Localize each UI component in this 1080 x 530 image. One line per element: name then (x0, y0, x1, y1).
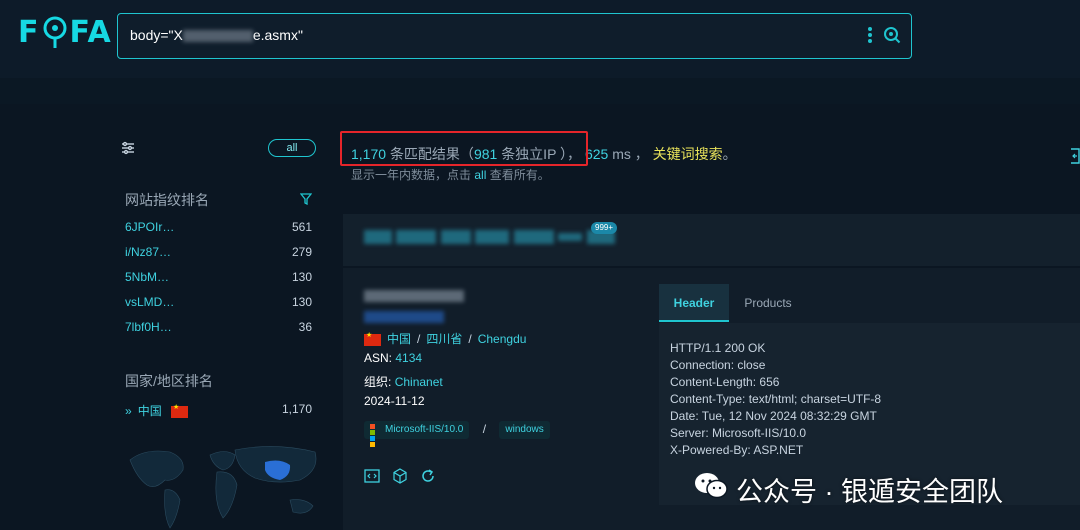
code-view-icon[interactable] (364, 468, 380, 489)
city-link[interactable]: Chengdu (478, 332, 527, 346)
fingerprint-label[interactable]: 5NbM… (125, 270, 169, 290)
fingerprint-count: 130 (291, 270, 312, 284)
fingerprint-count: 279 (291, 245, 312, 259)
refresh-icon[interactable] (420, 468, 436, 489)
org-link[interactable]: Chinanet (395, 375, 443, 389)
settings-sliders-icon[interactable] (121, 141, 135, 160)
fingerprint-item[interactable]: i/Nz87… 279 (125, 245, 312, 265)
search-query-suffix: e.asmx" (252, 27, 303, 43)
server-tag[interactable]: Microsoft-IIS/10.0 (364, 421, 470, 447)
asn-line: ASN: 4134 (364, 351, 422, 365)
windows-logo-icon (370, 423, 381, 447)
fingerprint-count: 36 (298, 320, 312, 334)
fingerprint-ranking-title: 网站指纹排名 (125, 192, 209, 208)
org-label: 组织: (364, 375, 392, 389)
card-tools (364, 468, 436, 489)
search-icon[interactable] (883, 26, 901, 49)
watermark: 公众号 · 银遁安全团队 (694, 470, 1003, 509)
province-link[interactable]: 四川省 (426, 332, 462, 346)
header-line: Date: Tue, 12 Nov 2024 08:32:29 GMT (670, 409, 877, 423)
tab-header[interactable]: Header (659, 284, 729, 322)
cube-icon[interactable] (392, 468, 408, 489)
logo-letters-fa: FA (69, 14, 112, 50)
filter-funnel-icon[interactable] (299, 192, 313, 210)
china-flag-icon (171, 403, 189, 418)
wechat-icon (694, 472, 728, 507)
all-toggle-button[interactable]: all (268, 139, 316, 157)
fingerprint-label[interactable]: 7lbf0H… (125, 320, 172, 340)
header-line: Content-Type: text/html; charset=UTF-8 (670, 392, 882, 406)
more-options-icon[interactable] (867, 26, 873, 49)
fingerprint-item[interactable]: vsLMD… 130 (125, 295, 312, 315)
fingerprint-count: 561 (291, 220, 312, 234)
fingerprint-label[interactable]: vsLMD… (125, 295, 174, 315)
query-time-unit: ms ， (612, 146, 649, 162)
asn-link[interactable]: 4134 (395, 351, 422, 365)
fingerprint-count: 130 (291, 295, 312, 309)
search-query-prefix: body="X (130, 27, 183, 43)
note-all-link[interactable]: all (474, 168, 486, 182)
country-ranking-title: 国家/地区排名 (125, 373, 213, 389)
keyword-search-link[interactable]: 关键词搜索 (653, 146, 723, 162)
highlight-box (340, 131, 588, 166)
logo-pin-icon (42, 14, 68, 50)
header-line: HTTP/1.1 200 OK (670, 341, 766, 355)
fingerprint-item[interactable]: 6JPOIr… 561 (125, 220, 312, 240)
org-line: 组织: Chinanet (364, 373, 443, 390)
query-time: 625 (584, 146, 609, 162)
product-tags: Microsoft-IIS/10.0 / windows (364, 421, 550, 447)
china-flag-icon (364, 331, 381, 346)
redacted-domain[interactable] (364, 308, 444, 326)
server-tag-label: Microsoft-IIS/10.0 (385, 424, 464, 435)
search-input[interactable]: body="X e.asmx" (130, 27, 303, 43)
fofa-logo[interactable]: F FA (18, 14, 112, 50)
header-line: Content-Length: 656 (670, 375, 780, 389)
expand-chevron-icon[interactable]: » (125, 404, 132, 418)
asn-label: ASN: (364, 351, 393, 365)
header-divider (0, 78, 1080, 104)
country-link[interactable]: 中国 (387, 332, 411, 346)
header-line: X-Powered-By: ASP.NET (670, 443, 804, 457)
redacted-host-title[interactable] (364, 228, 615, 246)
os-tag[interactable]: windows (499, 421, 550, 439)
fingerprint-item[interactable]: 5NbM… 130 (125, 270, 312, 290)
tab-products[interactable]: Products (740, 284, 796, 322)
redacted-text (182, 30, 253, 43)
logo-letter-f: F (18, 14, 40, 50)
world-map (129, 446, 317, 529)
watermark-text: 公众号 · 银遁安全团队 (736, 477, 1003, 507)
fingerprint-label[interactable]: i/Nz87… (125, 245, 171, 265)
fingerprint-label[interactable]: 6JPOIr… (125, 220, 174, 240)
location-line: 中国/四川省/Chengdu (364, 330, 526, 347)
count-badge: 999+ (591, 222, 618, 234)
header-line: Connection: close (670, 358, 766, 372)
note-prefix: 显示一年内数据，点击 (351, 168, 472, 182)
country-item[interactable]: » 中国 1,170 (125, 402, 312, 422)
collapse-panel-icon[interactable] (1070, 148, 1080, 169)
redacted-ip[interactable] (364, 287, 464, 305)
period: 。 (722, 146, 737, 162)
date-text: 2024-11-12 (364, 394, 425, 408)
search-bar[interactable]: body="X e.asmx" (117, 13, 912, 59)
country-label[interactable]: 中国 (138, 404, 162, 418)
data-range-note: 显示一年内数据，点击 all 查看所有。 (351, 166, 550, 183)
note-suffix: 查看所有。 (489, 168, 550, 182)
fingerprint-item[interactable]: 7lbf0H… 36 (125, 320, 312, 340)
header-line: Server: Microsoft-IIS/10.0 (670, 426, 807, 440)
country-count: 1,170 (281, 402, 312, 416)
